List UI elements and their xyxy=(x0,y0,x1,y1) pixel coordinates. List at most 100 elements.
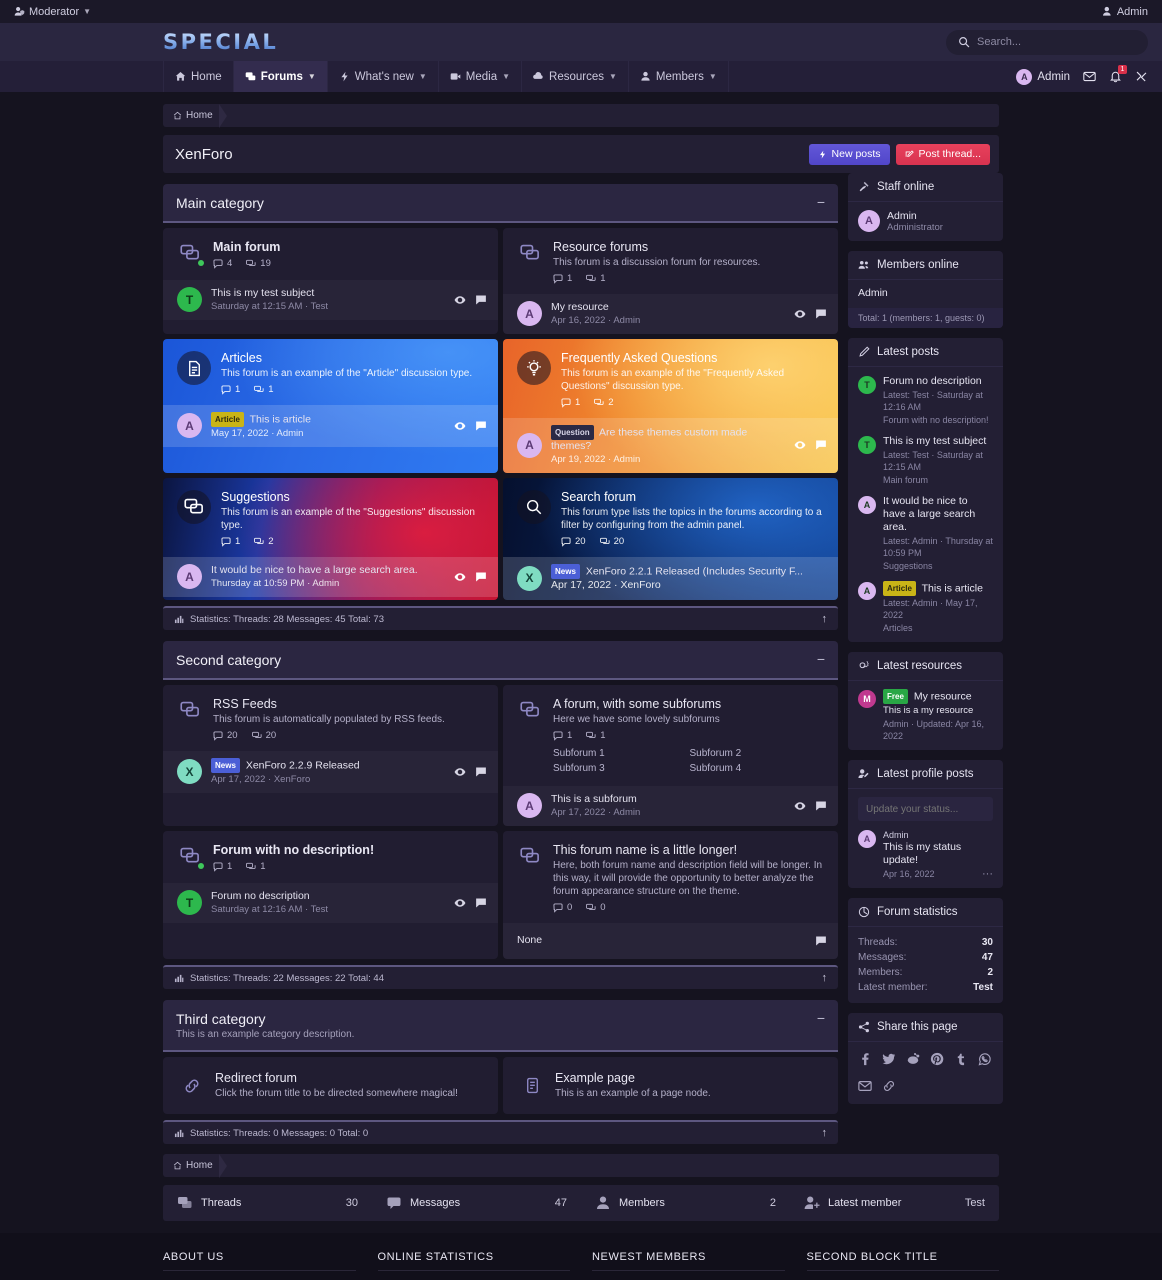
category-collapse-toggle[interactable]: − xyxy=(817,1011,825,1025)
category-title[interactable]: Second category xyxy=(176,652,281,668)
last-post-title[interactable]: News XenForo 2.2.9 Released xyxy=(211,758,445,773)
node-title[interactable]: Forum with no description! xyxy=(213,843,486,857)
subforum-link[interactable]: Subforum 1 xyxy=(553,746,690,761)
node-card[interactable]: This forum name is a little longer! Here… xyxy=(503,831,838,959)
latest-resource-title[interactable]: Free My resource xyxy=(883,689,993,704)
mark-read-icon[interactable] xyxy=(815,800,827,812)
latest-post-row[interactable]: T This is my test subject Latest: Test ·… xyxy=(858,435,993,486)
last-post-title[interactable]: It would be nice to have a large search … xyxy=(211,564,445,577)
avatar[interactable]: A xyxy=(858,496,876,514)
eye-icon[interactable] xyxy=(794,439,806,451)
node-title[interactable]: Resource forums xyxy=(553,240,826,254)
avatar[interactable]: T xyxy=(177,890,202,915)
chevron-down-icon[interactable]: ▼ xyxy=(308,72,316,81)
latest-post-title[interactable]: This is my test subject xyxy=(883,435,993,448)
avatar[interactable]: M xyxy=(858,690,876,708)
node-title[interactable]: A forum, with some subforums xyxy=(553,697,826,711)
eye-icon[interactable] xyxy=(454,766,466,778)
node-card[interactable]: Redirect forum Click the forum title to … xyxy=(163,1057,498,1114)
node-card[interactable]: Suggestions This forum is an example of … xyxy=(163,478,498,600)
mark-read-icon[interactable] xyxy=(815,935,827,947)
mark-read-icon[interactable] xyxy=(815,308,827,320)
nav-item-forums[interactable]: Forums ▼ xyxy=(233,61,328,92)
node-title[interactable]: Search forum xyxy=(561,490,826,504)
nav-item-home[interactable]: Home xyxy=(163,61,234,92)
node-title[interactable]: Main forum xyxy=(213,240,486,254)
subforum-link[interactable]: Subforum 4 xyxy=(690,761,827,776)
breadcrumb-bottom-home[interactable]: Home xyxy=(173,1154,227,1178)
node-card[interactable]: RSS Feeds This forum is automatically po… xyxy=(163,685,498,826)
avatar[interactable]: A xyxy=(177,564,202,589)
reddit-icon[interactable] xyxy=(906,1052,920,1069)
category-collapse-toggle[interactable]: − xyxy=(817,195,825,209)
last-post-title[interactable]: Article This is article xyxy=(211,412,445,427)
mark-read-icon[interactable] xyxy=(475,420,487,432)
node-card[interactable]: Search forum This forum type lists the t… xyxy=(503,478,838,600)
scroll-top-icon[interactable]: ↑ xyxy=(822,1127,828,1139)
avatar[interactable]: A xyxy=(858,210,880,232)
whatsapp-icon[interactable] xyxy=(978,1052,992,1069)
post-thread-button[interactable]: Post thread... xyxy=(895,143,990,165)
avatar[interactable]: X xyxy=(177,759,202,784)
thread-prefix[interactable]: Article xyxy=(883,581,916,596)
node-title[interactable]: Example page xyxy=(555,1071,826,1085)
latest-post-forum[interactable]: Forum with no description! xyxy=(883,414,993,426)
latest-post-title[interactable]: Article This is article xyxy=(883,581,993,596)
node-card[interactable]: Articles This forum is an example of the… xyxy=(163,339,498,473)
category-title[interactable]: Main category xyxy=(176,195,264,211)
node-title[interactable]: Suggestions xyxy=(221,490,486,504)
pinterest-icon[interactable] xyxy=(930,1052,944,1069)
profile-post-more-icon[interactable]: ··· xyxy=(982,868,993,880)
resource-prefix[interactable]: Free xyxy=(883,689,908,704)
latest-post-title[interactable]: It would be nice to have a large search … xyxy=(883,495,993,534)
tumblr-icon[interactable] xyxy=(954,1052,968,1069)
node-card[interactable]: A forum, with some subforums Here we hav… xyxy=(503,685,838,826)
node-card[interactable]: Example page This is an example of a pag… xyxy=(503,1057,838,1114)
node-title[interactable]: Frequently Asked Questions xyxy=(561,351,826,365)
avatar[interactable]: T xyxy=(858,436,876,454)
subforum-link[interactable]: Subforum 2 xyxy=(690,746,827,761)
site-logo[interactable]: SPECIAL xyxy=(163,30,278,54)
link-icon[interactable] xyxy=(882,1079,896,1096)
nav-item-media[interactable]: Media ▼ xyxy=(439,61,523,92)
avatar[interactable]: T xyxy=(177,287,202,312)
category-title[interactable]: Third category xyxy=(176,1011,354,1027)
nav-item-members[interactable]: Members ▼ xyxy=(629,61,729,92)
chevron-down-icon[interactable]: ▼ xyxy=(502,72,510,81)
moderator-menu[interactable]: Moderator ▼ xyxy=(14,6,91,18)
facebook-icon[interactable] xyxy=(858,1052,872,1069)
mark-read-icon[interactable] xyxy=(475,571,487,583)
latest-post-row[interactable]: A Article This is article Latest: Admin … xyxy=(858,581,993,634)
node-title[interactable]: RSS Feeds xyxy=(213,697,486,711)
last-post-title[interactable]: Forum no description xyxy=(211,890,445,903)
avatar[interactable]: A xyxy=(517,301,542,326)
chevron-down-icon[interactable]: ▼ xyxy=(709,72,717,81)
eye-icon[interactable] xyxy=(794,800,806,812)
avatar[interactable]: A xyxy=(177,413,202,438)
inbox-icon[interactable] xyxy=(1083,70,1096,83)
breadcrumb-home[interactable]: Home xyxy=(173,104,227,128)
node-card[interactable]: Main forum 4 19 T This is my test subjec… xyxy=(163,228,498,334)
scroll-top-icon[interactable]: ↑ xyxy=(822,613,828,625)
node-card[interactable]: Frequently Asked Questions This forum is… xyxy=(503,339,838,473)
avatar[interactable]: A xyxy=(858,582,876,600)
twitter-icon[interactable] xyxy=(882,1052,896,1069)
subforum-link[interactable]: Subforum 3 xyxy=(553,761,690,776)
last-post-title[interactable]: None xyxy=(517,934,806,947)
latest-post-row[interactable]: A It would be nice to have a large searc… xyxy=(858,495,993,572)
admin-link[interactable]: Admin xyxy=(1102,6,1148,18)
latest-post-row[interactable]: T Forum no description Latest: Test · Sa… xyxy=(858,375,993,426)
avatar[interactable]: A xyxy=(517,432,542,458)
staff-member-name[interactable]: Admin xyxy=(887,210,943,222)
latest-post-forum[interactable]: Main forum xyxy=(883,474,993,486)
avatar[interactable]: T xyxy=(858,376,876,394)
mark-read-icon[interactable] xyxy=(475,766,487,778)
thread-prefix[interactable]: Article xyxy=(211,412,244,427)
profile-post-author[interactable]: Admin xyxy=(883,829,993,841)
eye-icon[interactable] xyxy=(794,308,806,320)
thread-prefix[interactable]: News xyxy=(211,758,240,773)
last-post-title[interactable]: Question Are these themes custom made th… xyxy=(551,425,785,453)
new-posts-button[interactable]: New posts xyxy=(808,143,890,165)
search-input[interactable] xyxy=(977,36,1136,48)
mark-read-icon[interactable] xyxy=(475,294,487,306)
